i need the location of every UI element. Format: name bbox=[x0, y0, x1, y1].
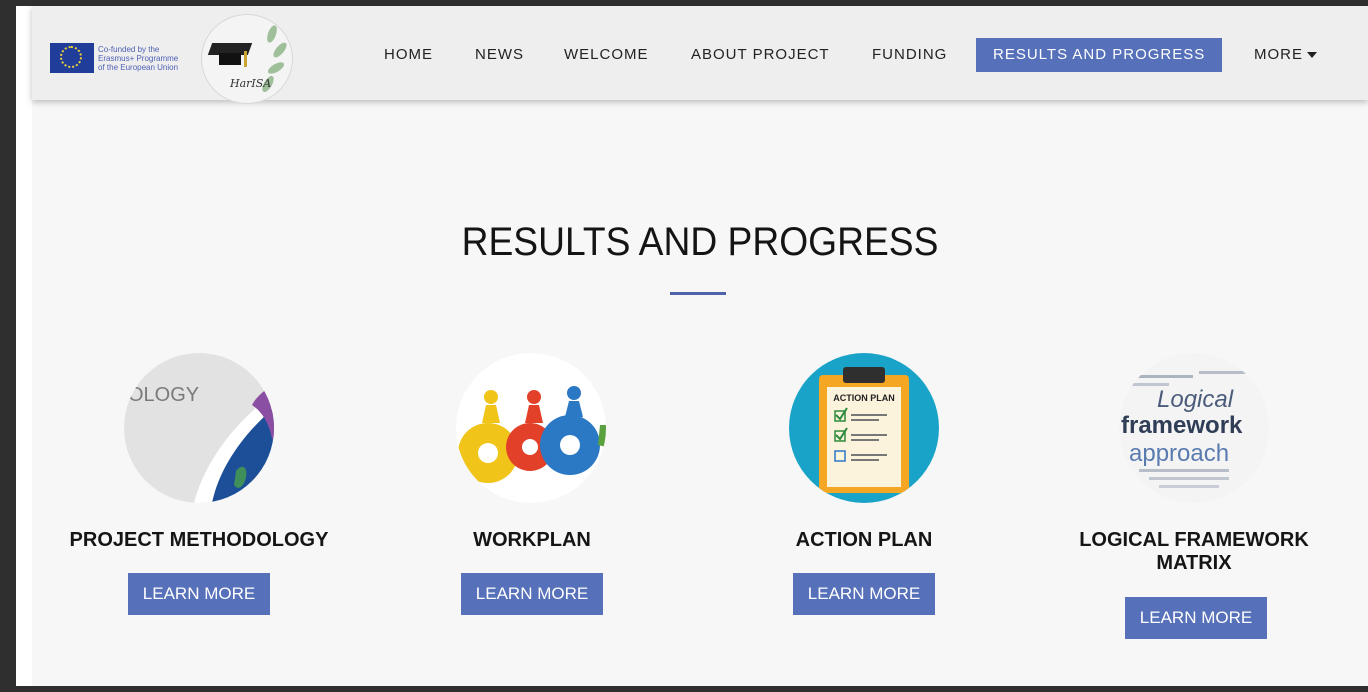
window-frame-bottom bbox=[0, 686, 1368, 692]
workplan-title: WORKPLAN bbox=[473, 529, 591, 551]
logical-framework-title: LOGICAL FRAMEWORK MATRIX bbox=[1044, 529, 1344, 575]
logical-framework-wordcloud: Logical framework approach bbox=[1121, 371, 1249, 488]
action-plan-image[interactable]: ACTION PLAN bbox=[789, 353, 939, 503]
main-nav: HOME NEWS WELCOME ABOUT PROJECT FUNDING … bbox=[32, 38, 1368, 72]
workplan-gears-graphic bbox=[458, 386, 606, 483]
learn-more-button[interactable]: LEARN MORE bbox=[461, 573, 603, 615]
svg-text:approach: approach bbox=[1129, 440, 1229, 467]
project-methodology-title: PROJECT METHODOLOGY bbox=[69, 529, 329, 551]
learn-more-button[interactable]: LEARN MORE bbox=[1125, 597, 1267, 639]
nav-news[interactable]: NEWS bbox=[475, 38, 524, 72]
learn-more-button[interactable]: LEARN MORE bbox=[128, 573, 270, 615]
action-plan-title: ACTION PLAN bbox=[795, 529, 933, 551]
nav-funding[interactable]: FUNDING bbox=[872, 38, 947, 72]
methodology-graphic: OLOGY bbox=[128, 383, 274, 503]
action-plan-clipboard-graphic: ACTION PLAN bbox=[819, 367, 909, 493]
project-methodology-image[interactable]: OLOGY bbox=[124, 353, 274, 503]
svg-text:Logical: Logical bbox=[1157, 386, 1234, 413]
title-divider bbox=[670, 292, 726, 295]
logical-framework-image[interactable]: Logical framework approach bbox=[1119, 353, 1269, 503]
page: Co-funded by the Erasmus+ Programme of t… bbox=[32, 6, 1368, 686]
caret-down-icon bbox=[1307, 52, 1317, 59]
page-title: RESULTS AND PROGRESS bbox=[461, 220, 939, 264]
nav-more[interactable]: MORE bbox=[1254, 38, 1317, 72]
navbar: Co-funded by the Erasmus+ Programme of t… bbox=[32, 6, 1368, 104]
nav-about-project[interactable]: ABOUT PROJECT bbox=[691, 38, 830, 72]
nav-welcome[interactable]: WELCOME bbox=[564, 38, 649, 72]
learn-more-button[interactable]: LEARN MORE bbox=[793, 573, 935, 615]
nav-home[interactable]: HOME bbox=[384, 38, 433, 72]
svg-text:ACTION PLAN: ACTION PLAN bbox=[833, 393, 895, 403]
title-line: MATRIX bbox=[1156, 552, 1232, 574]
svg-text:OLOGY: OLOGY bbox=[128, 384, 199, 406]
title-line: LOGICAL FRAMEWORK bbox=[1079, 529, 1309, 551]
nav-more-label: MORE bbox=[1254, 46, 1303, 63]
window-frame-left bbox=[0, 0, 16, 692]
workplan-image[interactable] bbox=[456, 353, 606, 503]
logo-text: HarISA bbox=[230, 77, 272, 90]
svg-text:framework: framework bbox=[1121, 412, 1243, 439]
nav-results-and-progress[interactable]: RESULTS AND PROGRESS bbox=[976, 38, 1223, 72]
